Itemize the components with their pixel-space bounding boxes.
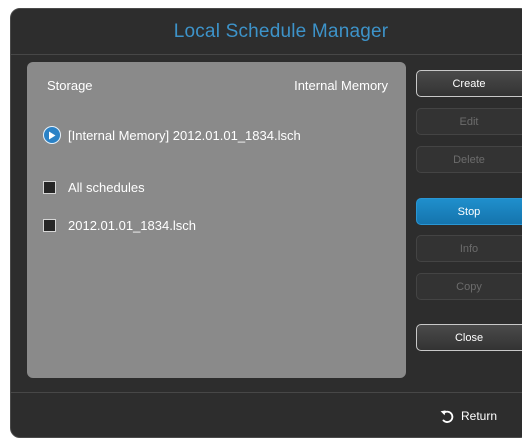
- edit-button[interactable]: Edit: [416, 108, 522, 135]
- all-schedules-label: All schedules: [68, 180, 145, 195]
- footer-bar: Return: [11, 392, 522, 437]
- info-button[interactable]: Info: [416, 235, 522, 262]
- delete-button[interactable]: Delete: [416, 146, 522, 173]
- storage-value: Internal Memory: [294, 78, 388, 93]
- current-schedule-file[interactable]: [Internal Memory] 2012.01.01_1834.lsch: [43, 126, 301, 144]
- copy-button[interactable]: Copy: [416, 273, 522, 300]
- all-schedules-row[interactable]: All schedules: [43, 180, 145, 195]
- schedule-manager-window: Local Schedule Manager Storage Internal …: [10, 8, 522, 438]
- play-icon: [43, 126, 61, 144]
- schedule-file-row[interactable]: 2012.01.01_1834.lsch: [43, 218, 196, 233]
- return-label: Return: [461, 409, 498, 423]
- schedule-list-panel: Storage Internal Memory [Internal Memory…: [27, 62, 406, 378]
- create-button[interactable]: Create: [416, 70, 522, 97]
- window-title: Local Schedule Manager: [173, 21, 389, 42]
- stop-button[interactable]: Stop: [416, 198, 522, 225]
- close-button[interactable]: Close: [416, 324, 522, 351]
- storage-label: Storage: [47, 78, 93, 93]
- current-file-label: [Internal Memory] 2012.01.01_1834.lsch: [68, 127, 301, 143]
- all-schedules-checkbox[interactable]: [43, 181, 56, 194]
- title-bar: Local Schedule Manager: [11, 9, 522, 55]
- schedule-file-checkbox[interactable]: [43, 219, 56, 232]
- schedule-file-label: 2012.01.01_1834.lsch: [68, 218, 196, 233]
